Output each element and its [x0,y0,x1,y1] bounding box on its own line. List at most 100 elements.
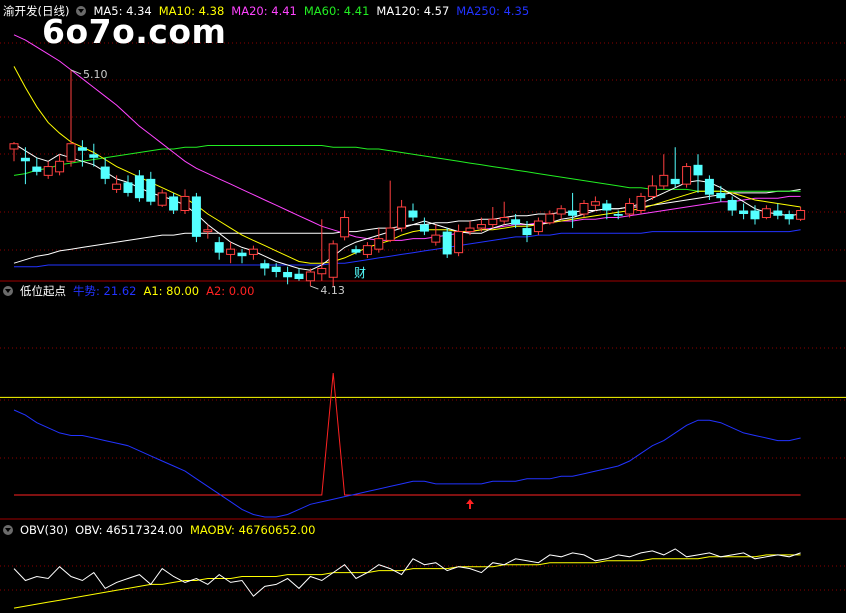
legend-main_panel.ma_labels-2: MA20: 4.41 [231,4,297,18]
candle-body [305,271,315,282]
indicator-panel [0,372,846,518]
candle-body [112,183,122,190]
obv-line [13,548,801,597]
ma20-line [13,34,801,241]
candle-body [374,238,384,250]
candle-body [431,234,441,243]
candle-body [134,175,144,199]
candle-body [590,201,600,206]
obv-panel-header: OBV(30) OBV: 46517324.00 MAOBV: 46760652.0… [3,521,329,539]
candle-body [488,218,498,226]
trend-line [13,409,801,518]
candle-body [260,263,270,269]
indicator-title: 低位起点 [20,284,66,298]
candle-body [43,166,53,176]
candle-body [511,219,521,225]
candle-body [55,160,65,173]
candle-body [203,229,213,233]
candle-body [340,217,350,238]
candle-body [545,213,555,224]
candle-body [659,174,669,187]
candle-body [248,248,258,255]
legend-main_panel.ma_labels-3: MA60: 4.41 [303,4,370,18]
candle-body [716,192,726,199]
dropdown-icon[interactable] [3,525,13,535]
dropdown-icon[interactable] [76,6,87,16]
candle-body [636,195,646,211]
legend-indicator_panel.labels-1: A1: 80.00 [143,284,200,298]
candle-body [226,248,236,255]
legend-obv_panel.labels-0: OBV: 46517324.00 [75,523,183,537]
candle-body [9,143,19,150]
candle-body [317,267,327,275]
obv-legend: OBV: 46517324.00 MAOBV: 46760652.00 [75,523,322,537]
candle-body [670,178,680,185]
candle-body [419,224,429,232]
candle-body [647,185,657,197]
candle-body [191,196,201,237]
obv-title: OBV(30) [20,523,69,537]
ma250-line [14,229,801,268]
candle-body [328,243,338,278]
candle-body [294,273,304,280]
candle-body [613,214,623,216]
candle-body [739,210,749,215]
candle-body [602,203,612,211]
legend-indicator_panel.labels-0: 牛势: 21.62 [73,284,137,298]
candle-body [784,214,794,220]
candle-body [77,147,87,151]
candle-body [157,192,167,206]
candle-body [408,210,418,218]
candle-body [442,231,452,255]
candle-body [32,166,42,172]
candle-body [693,164,703,176]
candle-body [625,202,635,215]
candle-body [146,178,156,202]
candle-body [556,208,566,215]
signal-line [14,372,801,496]
candle-body [796,210,806,220]
candle-body [271,266,281,272]
candle-body [283,272,293,278]
high-marker-label: 5.10 [83,68,108,81]
legend-indicator_panel.labels-2: A2: 0.00 [206,284,255,298]
legend-main_panel.ma_labels-5: MA250: 4.35 [456,4,530,18]
candle-body [397,206,407,229]
candle-body [579,202,589,215]
ma5-line [13,143,801,271]
maobv-line [13,554,801,609]
legend-main_panel.ma_labels-4: MA120: 4.57 [376,4,450,18]
buy-arrow-icon [466,499,474,509]
candle-body [533,220,543,233]
candle-body [750,210,760,220]
indicator-panel-header: 低位起点 牛势: 21.62 A1: 80.00 A2: 0.00 [3,282,268,300]
indicator-legend: 牛势: 21.62 A1: 80.00 A2: 0.00 [73,284,261,298]
candle-body [180,195,190,211]
ma-legend: MA5: 4.34 MA10: 4.38 MA20: 4.41 MA60: 4.41 M… [93,4,536,18]
candle-body [465,227,475,233]
candle-body [522,228,532,236]
low-marker-line [310,285,319,290]
candle-body [761,208,771,219]
candle-body [351,249,361,253]
candle-body [727,199,737,211]
main-price-panel: 5.10 4.13 财 [9,34,806,297]
candle-body [385,227,395,241]
dropdown-icon[interactable] [3,286,13,296]
ma10-line [13,66,801,264]
legend-obv_panel.labels-1: MAOBV: 46760652.00 [189,523,316,537]
grid-lines [0,42,846,591]
candle-body [169,196,179,211]
candle-body [100,166,110,179]
candle-body [123,182,133,193]
obv-panel [13,548,801,609]
candle-body [66,143,76,162]
candle-body [704,178,714,195]
candle-body [499,217,509,222]
low-marker-label: 4.13 [320,284,345,297]
main-panel-header: 渝开发(日线) MA5: 4.34 MA10: 4.38 MA20: 4.41 MA60… [3,2,543,20]
stock-name: 渝开发(日线) [3,4,70,18]
legend-main_panel.ma_labels-1: MA10: 4.38 [158,4,225,18]
legend-main_panel.ma_labels-0: MA5: 4.34 [93,4,152,18]
candle-body [214,242,224,253]
